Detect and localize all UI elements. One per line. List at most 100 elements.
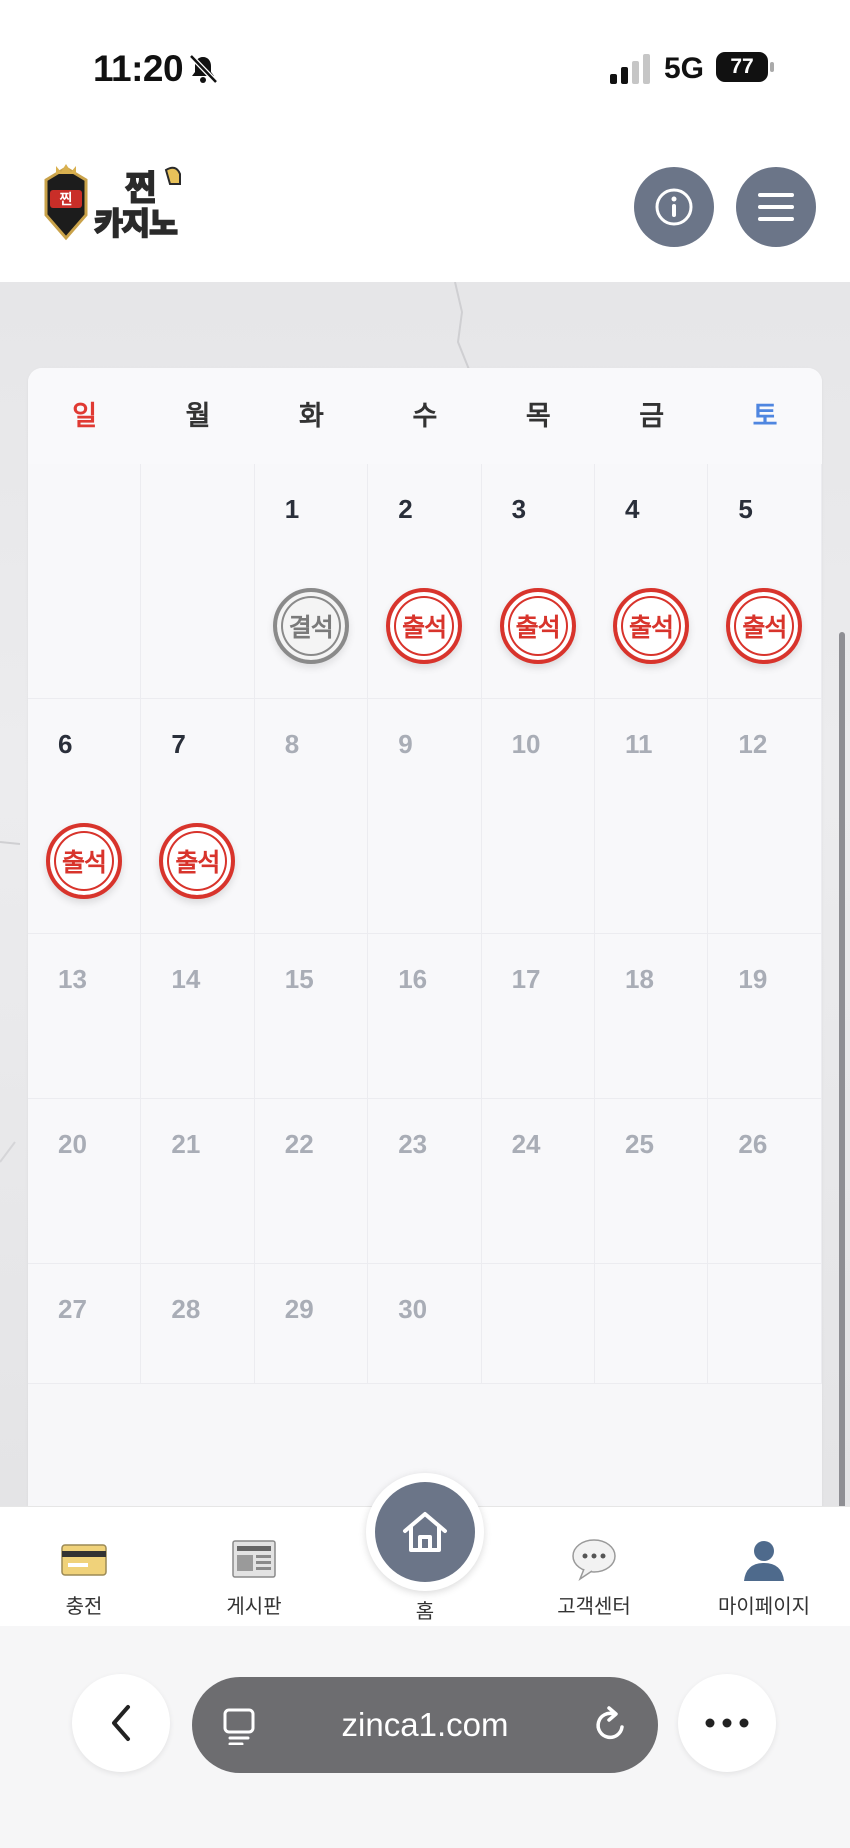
nav-charge[interactable]: 충전 bbox=[24, 1537, 144, 1619]
menu-button[interactable] bbox=[736, 167, 816, 247]
calendar-day-25[interactable]: 25 bbox=[595, 1099, 709, 1264]
calendar-day-9[interactable]: 9 bbox=[368, 699, 482, 934]
address-bar[interactable]: zinca1.com bbox=[192, 1677, 658, 1773]
calendar-day-6[interactable]: 6 출석 bbox=[28, 699, 142, 934]
calendar-day-27[interactable]: 27 bbox=[28, 1264, 142, 1384]
weekday-wed: 수 bbox=[412, 401, 438, 431]
day-number: 17 bbox=[511, 964, 541, 994]
day-number: 8 bbox=[284, 729, 300, 759]
day-number: 5 bbox=[738, 494, 753, 524]
logo-text-bottom: 카지노 bbox=[95, 207, 178, 242]
calendar-day-21[interactable]: 21 bbox=[141, 1099, 255, 1264]
calendar-day-13[interactable]: 13 bbox=[28, 934, 142, 1099]
calendar-day-20[interactable]: 20 bbox=[28, 1099, 142, 1264]
back-button[interactable] bbox=[72, 1674, 170, 1772]
day-number: 1 bbox=[284, 494, 300, 524]
calendar-day-26[interactable]: 26 bbox=[708, 1099, 822, 1264]
more-button[interactable] bbox=[678, 1674, 776, 1772]
nav-mypage-label: 마이페이지 bbox=[718, 1596, 810, 1618]
user-silhouette-icon bbox=[744, 1541, 784, 1581]
browser-toolbar: zinca1.com bbox=[0, 1626, 850, 1848]
calendar-day-17[interactable]: 17 bbox=[481, 934, 595, 1099]
calendar-day-14[interactable]: 14 bbox=[141, 934, 255, 1099]
network-type: 5G bbox=[664, 52, 705, 85]
muted-bell-icon bbox=[189, 54, 218, 84]
weekday-sat: 토 bbox=[752, 401, 778, 431]
day-number: 12 bbox=[738, 729, 768, 759]
calendar-empty-cell bbox=[481, 1264, 595, 1384]
calendar-day-23[interactable]: 23 bbox=[368, 1099, 482, 1264]
day-number: 25 bbox=[625, 1129, 654, 1159]
calendar-day-24[interactable]: 24 bbox=[481, 1099, 595, 1264]
info-button[interactable] bbox=[634, 167, 714, 247]
calendar-day-28[interactable]: 28 bbox=[141, 1264, 255, 1384]
day-number: 29 bbox=[284, 1294, 314, 1324]
attendance-stamp: 출석 bbox=[159, 823, 236, 899]
calendar-day-3[interactable]: 3 출석 bbox=[481, 464, 595, 699]
cellular-signal-icon bbox=[610, 54, 650, 84]
scrollbar[interactable] bbox=[839, 632, 845, 1632]
day-number: 20 bbox=[58, 1129, 87, 1159]
nav-support-label: 고객센터 bbox=[557, 1596, 631, 1618]
day-number: 16 bbox=[398, 964, 428, 994]
calendar-day-30[interactable]: 30 bbox=[368, 1264, 482, 1384]
site-logo[interactable]: 찐 찐 카지노 bbox=[36, 160, 206, 250]
calendar-day-1[interactable]: 1 결석 bbox=[254, 464, 369, 699]
battery-level: 77 bbox=[716, 52, 768, 82]
status-time: 11:20 bbox=[93, 48, 184, 89]
calendar-day-5[interactable]: 5 출석 bbox=[708, 464, 822, 699]
newspaper-icon bbox=[232, 1540, 276, 1578]
calendar-day-11[interactable]: 11 bbox=[595, 699, 709, 934]
site-header: 찐 찐 카지노 bbox=[0, 140, 850, 283]
attendance-stamp: 출석 bbox=[46, 823, 122, 899]
speech-bubble-icon bbox=[572, 1539, 616, 1581]
day-number: 27 bbox=[58, 1294, 87, 1324]
calendar-empty-cell bbox=[141, 464, 255, 699]
day-number: 2 bbox=[398, 494, 413, 524]
status-bar: 11:20 5G 77 bbox=[0, 0, 850, 140]
day-number: 15 bbox=[284, 964, 314, 994]
calendar-day-22[interactable]: 22 bbox=[254, 1099, 369, 1264]
day-number: 9 bbox=[398, 729, 413, 759]
attendance-stamp: 출석 bbox=[613, 588, 689, 664]
ellipsis-icon bbox=[705, 1718, 749, 1728]
calendar-day-4[interactable]: 4 출석 bbox=[595, 464, 709, 699]
calendar-day-18[interactable]: 18 bbox=[595, 934, 709, 1099]
home-button[interactable] bbox=[366, 1473, 484, 1591]
calendar-day-2[interactable]: 2 출석 bbox=[368, 464, 482, 699]
day-number: 24 bbox=[511, 1129, 541, 1159]
nav-support[interactable]: 고객센터 bbox=[534, 1537, 654, 1619]
hamburger-icon bbox=[758, 193, 794, 221]
calendar-empty-cell bbox=[595, 1264, 709, 1384]
calendar-empty-cell bbox=[708, 1264, 822, 1384]
weekday-tue: 화 bbox=[299, 401, 324, 431]
calendar-day-15[interactable]: 15 bbox=[254, 934, 369, 1099]
nav-mypage[interactable]: 마이페이지 bbox=[704, 1537, 824, 1619]
day-number: 13 bbox=[58, 964, 87, 994]
calendar-day-8[interactable]: 8 bbox=[254, 699, 369, 934]
calendar-day-7[interactable]: 7 출석 bbox=[141, 699, 255, 934]
weekday-header: 일 월 화 수 목 금 토 bbox=[28, 368, 822, 465]
day-number: 11 bbox=[625, 729, 653, 759]
attendance-stamp: 출석 bbox=[386, 588, 463, 664]
day-number: 30 bbox=[398, 1294, 428, 1324]
bottom-nav: 충전 게시판 홈 고객센터 마이페이지 bbox=[0, 1473, 850, 1627]
logo-badge-text: 찐 bbox=[60, 191, 73, 208]
nav-home-label: 홈 bbox=[415, 1601, 435, 1623]
day-number: 6 bbox=[58, 729, 73, 759]
logo-text-top: 찐 bbox=[125, 169, 156, 209]
reload-icon[interactable] bbox=[592, 1705, 630, 1745]
calendar-day-19[interactable]: 19 bbox=[708, 934, 822, 1099]
day-number: 26 bbox=[738, 1129, 768, 1159]
calendar-day-29[interactable]: 29 bbox=[254, 1264, 369, 1384]
calendar-day-16[interactable]: 16 bbox=[368, 934, 482, 1099]
nav-board-label: 게시판 bbox=[226, 1596, 282, 1618]
weekday-sun: 일 bbox=[72, 401, 98, 431]
calendar-day-12[interactable]: 12 bbox=[708, 699, 822, 934]
calendar-empty-cell bbox=[28, 464, 142, 699]
calendar-day-10[interactable]: 10 bbox=[481, 699, 595, 934]
nav-board[interactable]: 게시판 bbox=[194, 1537, 314, 1619]
url-text: zinca1.com bbox=[341, 1706, 509, 1743]
day-number: 22 bbox=[284, 1129, 314, 1159]
day-number: 14 bbox=[171, 964, 201, 994]
